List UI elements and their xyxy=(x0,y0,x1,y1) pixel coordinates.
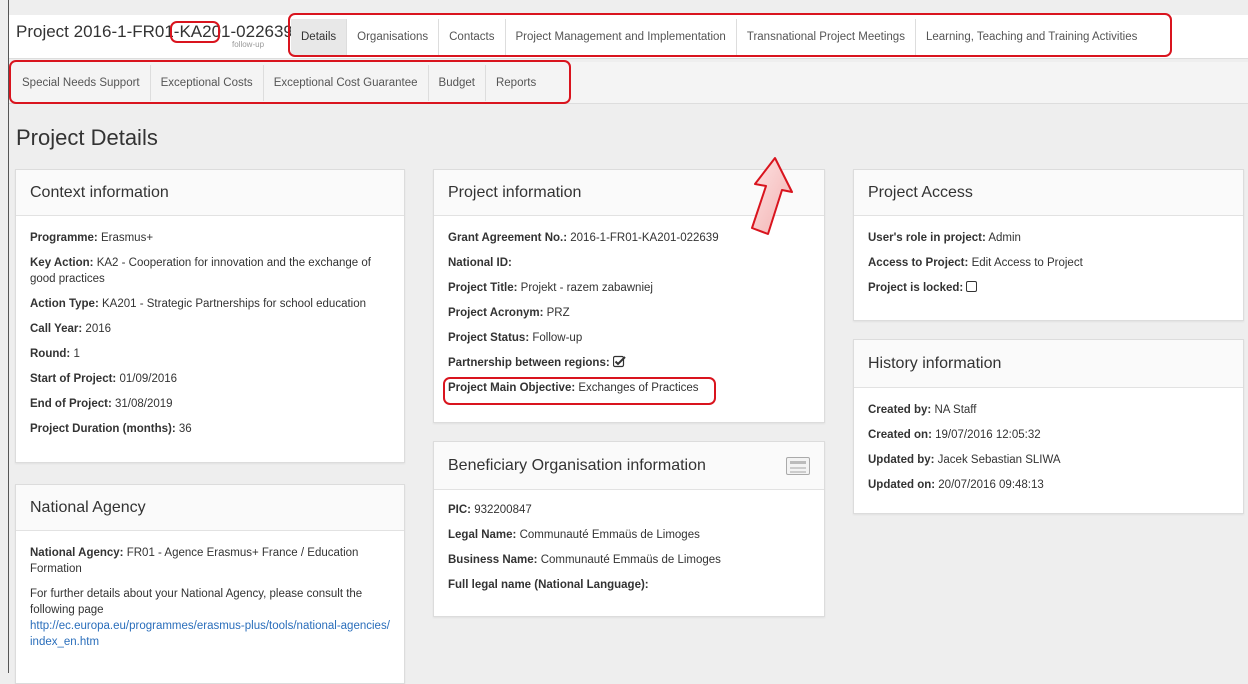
project-status-sub: follow-up xyxy=(232,40,265,49)
created-by-value: NA Staff xyxy=(934,404,977,416)
page-title: Project Details xyxy=(16,125,158,150)
national-agency-panel: National Agency National Agency: FR01 - … xyxy=(15,484,405,684)
access-label: Access to Project: xyxy=(868,257,969,269)
locked-checkbox[interactable] xyxy=(966,281,978,292)
up-arrow-icon xyxy=(751,157,793,235)
call-year-value: 2016 xyxy=(85,323,112,335)
beneficiary-panel: Beneficiary Organisation information PIC… xyxy=(433,441,825,617)
updated-on-value: 20/07/2016 09:48:13 xyxy=(938,479,1044,491)
created-on-value: 19/07/2016 12:05:32 xyxy=(935,429,1041,441)
agency-link[interactable]: http://ec.europa.eu/programmes/erasmus-p… xyxy=(30,618,390,650)
beneficiary-title: Beneficiary Organisation information xyxy=(448,456,706,474)
updated-by-label: Updated by: xyxy=(868,454,935,466)
context-panel-title: Context information xyxy=(16,170,404,216)
national-agency-title: National Agency xyxy=(16,485,404,531)
business-name-value: Communauté Emmaüs de Limoges xyxy=(540,554,721,566)
role-value: Admin xyxy=(988,232,1021,244)
access-value: Edit Access to Project xyxy=(971,257,1083,269)
status-value: Follow-up xyxy=(532,332,583,344)
project-title-value: Projekt - razem zabawniej xyxy=(520,282,653,294)
duration-label: Project Duration (months): xyxy=(30,423,176,435)
project-access-title: Project Access xyxy=(854,170,1243,216)
agency-details-text: For further details about your National … xyxy=(30,588,363,616)
start-value: 01/09/2016 xyxy=(119,373,178,385)
business-name-label: Business Name: xyxy=(448,554,538,566)
action-type-value: KA201 - Strategic Partnerships for schoo… xyxy=(102,298,367,310)
created-on-label: Created on: xyxy=(868,429,932,441)
agency-label: National Agency: xyxy=(30,547,124,559)
programme-value: Erasmus+ xyxy=(100,232,154,244)
call-year-label: Call Year: xyxy=(30,323,83,335)
end-label: End of Project: xyxy=(30,398,112,410)
updated-by-value: Jacek Sebastian SLIWA xyxy=(937,454,1061,466)
status-label: Project Status: xyxy=(448,332,530,344)
acronym-label: Project Acronym: xyxy=(448,307,544,319)
acronym-value: PRZ xyxy=(546,307,570,319)
project-id: Project 2016-1-FR01-KA201-022639 xyxy=(16,22,293,41)
history-panel: History information Created by: NA Staff… xyxy=(853,339,1244,514)
action-type-label: Action Type: xyxy=(30,298,99,310)
pic-value: 932200847 xyxy=(474,504,532,516)
card-view-icon[interactable] xyxy=(786,456,810,475)
checked-checkbox-icon xyxy=(612,355,626,368)
locked-label: Project is locked: xyxy=(868,282,964,294)
role-label: User's role in project: xyxy=(868,232,986,244)
history-title: History information xyxy=(854,340,1243,388)
grant-value: 2016-1-FR01-KA201-022639 xyxy=(570,232,719,244)
updated-on-label: Updated on: xyxy=(868,479,936,491)
round-label: Round: xyxy=(30,348,71,360)
highlight-main-objective xyxy=(443,377,716,405)
highlight-primary-tabs xyxy=(288,13,1172,57)
legal-name-label: Legal Name: xyxy=(448,529,517,541)
start-label: Start of Project: xyxy=(30,373,117,385)
project-access-panel: Project Access User's role in project: A… xyxy=(853,169,1244,321)
legal-name-value: Communauté Emmaüs de Limoges xyxy=(519,529,700,541)
context-panel: Context information Programme: Erasmus+ … xyxy=(15,169,405,463)
partnership-label: Partnership between regions: xyxy=(448,357,610,369)
key-action-label: Key Action: xyxy=(30,257,94,269)
round-value: 1 xyxy=(73,348,80,360)
highlight-ka201 xyxy=(170,21,220,43)
pic-label: PIC: xyxy=(448,504,471,516)
highlight-secondary-tabs xyxy=(9,60,571,104)
grant-label: Grant Agreement No.: xyxy=(448,232,568,244)
project-title-label: Project Title: xyxy=(448,282,518,294)
duration-value: 36 xyxy=(178,423,192,435)
programme-label: Programme: xyxy=(30,232,98,244)
national-id-label: National ID: xyxy=(448,257,512,269)
created-by-label: Created by: xyxy=(868,404,932,416)
full-legal-name-label: Full legal name (National Language): xyxy=(448,579,649,591)
end-value: 31/08/2019 xyxy=(114,398,173,410)
